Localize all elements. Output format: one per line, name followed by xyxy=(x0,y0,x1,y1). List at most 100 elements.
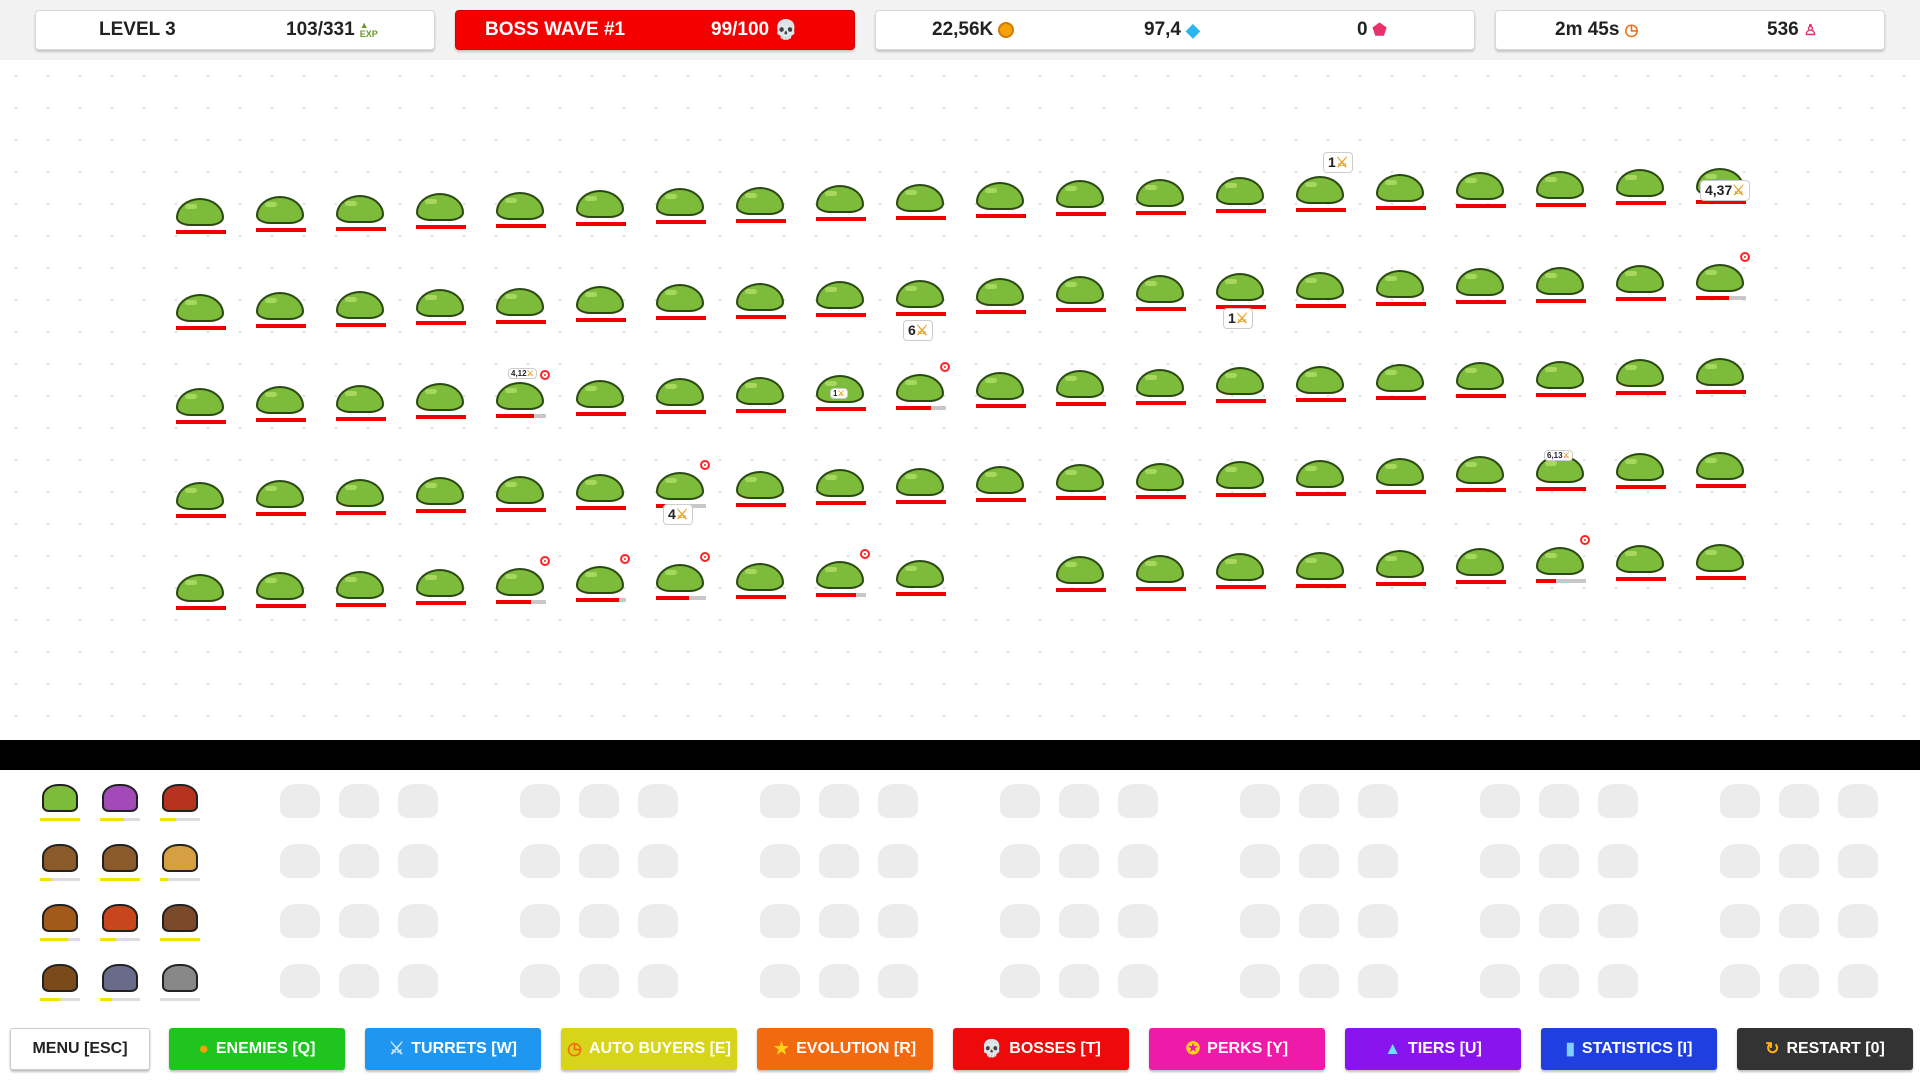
enemy-slime[interactable] xyxy=(254,380,306,428)
enemies-button[interactable]: ● ENEMIES [Q] xyxy=(169,1028,345,1070)
roster-rhino[interactable] xyxy=(98,960,142,1004)
enemy-slime[interactable] xyxy=(414,283,466,331)
enemy-slime[interactable] xyxy=(1294,170,1346,218)
enemy-slime[interactable] xyxy=(894,368,946,416)
enemy-slime[interactable] xyxy=(1454,166,1506,214)
enemy-slime[interactable] xyxy=(1214,171,1266,219)
enemy-slime[interactable] xyxy=(174,288,226,336)
perks-button[interactable]: ✪ PERKS [Y] xyxy=(1149,1028,1325,1070)
enemy-slime[interactable] xyxy=(1054,550,1106,598)
enemy-slime[interactable] xyxy=(174,568,226,616)
enemy-slime[interactable] xyxy=(1134,363,1186,411)
enemy-slime[interactable] xyxy=(254,286,306,334)
enemy-slime[interactable] xyxy=(334,189,386,237)
enemy-slime[interactable] xyxy=(1214,455,1266,503)
enemy-slime[interactable] xyxy=(494,562,546,610)
enemy-slime[interactable] xyxy=(334,565,386,613)
enemy-slime[interactable] xyxy=(1454,450,1506,498)
enemy-slime[interactable] xyxy=(1294,266,1346,314)
enemy-slime[interactable] xyxy=(1454,542,1506,590)
enemy-slime[interactable] xyxy=(1374,544,1426,592)
enemy-slime[interactable] xyxy=(1534,541,1586,589)
tiers-button[interactable]: ▲ TIERS [U] xyxy=(1345,1028,1521,1070)
enemy-slime[interactable] xyxy=(974,366,1026,414)
enemy-slime[interactable] xyxy=(254,474,306,522)
enemy-slime[interactable] xyxy=(1374,168,1426,216)
enemy-slime[interactable] xyxy=(1214,547,1266,595)
enemy-slime[interactable] xyxy=(1214,361,1266,409)
enemy-slime[interactable] xyxy=(174,382,226,430)
restart-button[interactable]: ↻ RESTART [0] xyxy=(1737,1028,1913,1070)
enemy-slime[interactable] xyxy=(734,181,786,229)
enemy-slime[interactable] xyxy=(1294,546,1346,594)
roster-slime[interactable] xyxy=(38,780,82,824)
enemy-slime[interactable] xyxy=(1534,261,1586,309)
enemy-slime[interactable] xyxy=(574,468,626,516)
enemy-slime[interactable] xyxy=(1454,356,1506,404)
enemy-slime[interactable] xyxy=(894,554,946,602)
enemy-slime[interactable] xyxy=(1694,258,1746,306)
enemy-slime[interactable] xyxy=(1534,355,1586,403)
enemy-slime[interactable] xyxy=(814,275,866,323)
enemy-slime[interactable] xyxy=(654,372,706,420)
enemy-slime[interactable] xyxy=(814,179,866,227)
enemy-slime[interactable] xyxy=(174,192,226,240)
enemy-slime[interactable] xyxy=(574,280,626,328)
roster-red-crab[interactable] xyxy=(158,780,202,824)
enemy-slime[interactable] xyxy=(1614,353,1666,401)
enemy-slime[interactable] xyxy=(974,176,1026,224)
menu-button[interactable]: MENU [ESC] xyxy=(10,1028,150,1070)
enemy-slime[interactable] xyxy=(1134,549,1186,597)
enemy-slime[interactable] xyxy=(1694,538,1746,586)
enemy-slime[interactable] xyxy=(1134,173,1186,221)
enemy-slime[interactable] xyxy=(654,278,706,326)
enemy-slime[interactable] xyxy=(334,473,386,521)
roster-bird[interactable] xyxy=(38,900,82,944)
enemy-slime[interactable] xyxy=(1134,269,1186,317)
enemy-slime[interactable] xyxy=(1134,457,1186,505)
enemy-slime[interactable] xyxy=(734,465,786,513)
enemy-slime[interactable] xyxy=(334,379,386,427)
enemy-slime[interactable] xyxy=(414,471,466,519)
enemy-slime[interactable] xyxy=(254,566,306,614)
roster-lion[interactable] xyxy=(158,840,202,884)
enemy-slime[interactable] xyxy=(494,470,546,518)
evolution-button[interactable]: ★ EVOLUTION [R] xyxy=(757,1028,933,1070)
enemy-slime[interactable] xyxy=(1294,454,1346,502)
roster-bear[interactable] xyxy=(158,900,202,944)
enemy-slime[interactable] xyxy=(1374,452,1426,500)
roster-fire-spirit[interactable] xyxy=(98,900,142,944)
enemy-slime[interactable] xyxy=(734,277,786,325)
enemy-slime[interactable] xyxy=(1054,458,1106,506)
enemy-slime[interactable] xyxy=(974,460,1026,508)
roster-rock-golem[interactable] xyxy=(158,960,202,1004)
enemy-slime[interactable] xyxy=(654,558,706,606)
enemy-slime[interactable] xyxy=(574,560,626,608)
enemy-slime[interactable] xyxy=(1374,264,1426,312)
enemy-slime[interactable] xyxy=(1294,360,1346,408)
enemy-slime[interactable] xyxy=(1614,447,1666,495)
enemy-slime[interactable] xyxy=(574,374,626,422)
enemy-slime[interactable] xyxy=(1614,259,1666,307)
enemy-slime[interactable] xyxy=(1054,270,1106,318)
battlefield[interactable]: 1⚔ 4,37⚔ 6⚔ 1⚔ 4⚔ 4,12⚔ 1⚔ 6,13⚔ xyxy=(0,60,1920,740)
enemy-slime[interactable] xyxy=(414,563,466,611)
roster-boar[interactable] xyxy=(38,960,82,1004)
enemy-slime[interactable] xyxy=(1054,174,1106,222)
enemy-slime[interactable] xyxy=(1614,539,1666,587)
roster-bull[interactable] xyxy=(98,840,142,884)
turrets-button[interactable]: ⚔ TURRETS [W] xyxy=(365,1028,541,1070)
enemy-slime[interactable] xyxy=(1054,364,1106,412)
enemy-slime[interactable] xyxy=(974,272,1026,320)
enemy-slime[interactable] xyxy=(814,555,866,603)
enemy-slime[interactable] xyxy=(494,186,546,234)
enemy-slime[interactable] xyxy=(494,282,546,330)
enemy-slime[interactable] xyxy=(1614,163,1666,211)
enemy-slime[interactable] xyxy=(174,476,226,524)
auto-buyers-button[interactable]: ◷ AUTO BUYERS [E] xyxy=(561,1028,737,1070)
enemy-slime[interactable] xyxy=(1374,358,1426,406)
enemy-slime[interactable] xyxy=(894,178,946,226)
enemy-slime[interactable] xyxy=(894,274,946,322)
enemy-slime[interactable] xyxy=(1694,352,1746,400)
enemy-slime[interactable] xyxy=(734,371,786,419)
